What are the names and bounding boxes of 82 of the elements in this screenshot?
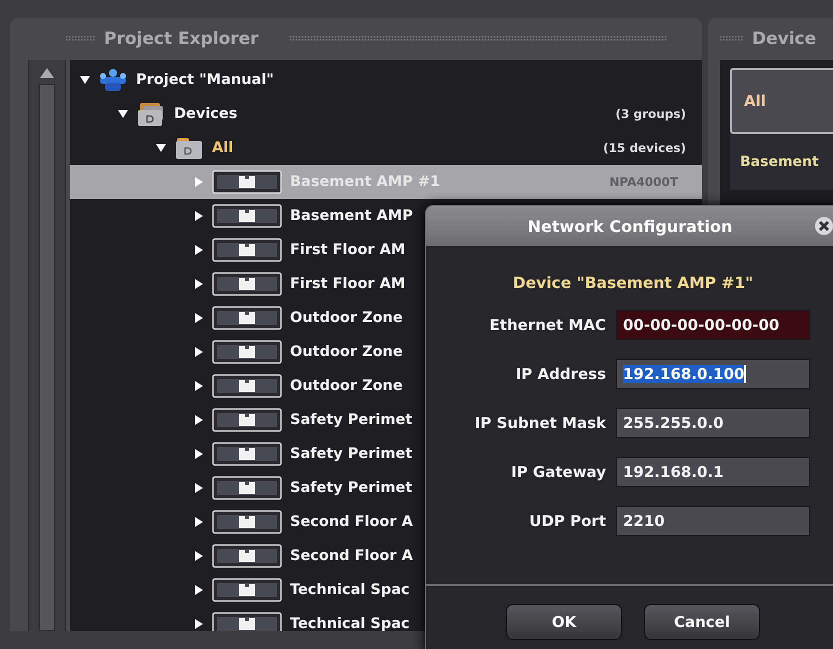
- grip-icon: [720, 35, 744, 43]
- expand-triangle-icon: [194, 177, 204, 187]
- expand-triangle-icon: [194, 551, 204, 561]
- tree-label: All: [212, 140, 234, 156]
- tree-label: Safety Perimet: [290, 446, 412, 462]
- amplifier-icon: [212, 204, 282, 228]
- tree-row[interactable]: Second Floor A: [70, 539, 702, 573]
- amplifier-icon: [212, 510, 282, 534]
- tree-label: Outdoor Zone: [290, 344, 403, 360]
- tree-label: Devices: [174, 106, 238, 122]
- amplifier-icon: [212, 408, 282, 432]
- expand-triangle-icon: [194, 279, 204, 289]
- field-label: IP Subnet Mask: [474, 414, 606, 432]
- collapse-triangle-icon: [80, 75, 90, 85]
- field-label: IP Gateway: [510, 463, 606, 481]
- close-icon[interactable]: [814, 216, 833, 236]
- field-label: Ethernet MAC: [488, 316, 606, 334]
- tree-label: Basement AMP #1: [290, 174, 440, 190]
- tree-label: Project "Manual": [136, 72, 274, 88]
- amplifier-icon: [212, 272, 282, 296]
- tree-label: Basement AMP: [290, 208, 413, 224]
- field-label: IP Address: [514, 365, 606, 383]
- grip-icon: [66, 35, 96, 43]
- amplifier-icon: [212, 238, 282, 262]
- amplifier-icon: [212, 612, 282, 631]
- input-field[interactable]: 192.168.0.100: [616, 359, 810, 389]
- field-label: UDP Port: [528, 512, 606, 530]
- network-icon: [98, 68, 128, 92]
- tree-label: Second Floor A: [290, 514, 413, 530]
- tree-label: Outdoor Zone: [290, 378, 403, 394]
- input-field[interactable]: 255.255.0.0: [616, 408, 810, 438]
- scroll-up-icon[interactable]: [40, 68, 54, 78]
- group-tab[interactable]: All: [730, 68, 833, 134]
- expand-triangle-icon: [194, 449, 204, 459]
- tree-row[interactable]: All (15 devices): [70, 131, 702, 165]
- tree-label: Second Floor A: [290, 548, 413, 564]
- tree-row[interactable]: Devices (3 groups): [70, 97, 702, 131]
- device-list-item[interactable]: Basement: [730, 134, 833, 190]
- amplifier-icon: [212, 544, 282, 568]
- tree-label: First Floor AM: [290, 242, 406, 258]
- expand-triangle-icon: [194, 381, 204, 391]
- folder-stack-icon: [136, 101, 166, 127]
- amplifier-icon: [212, 340, 282, 364]
- input-field[interactable]: 192.168.0.1: [616, 457, 810, 487]
- expand-triangle-icon: [194, 211, 204, 221]
- expand-triangle-icon: [194, 483, 204, 493]
- dialog-title: Network Configuration: [526, 216, 734, 236]
- ok-button[interactable]: OK: [506, 604, 622, 640]
- tree-row[interactable]: Technical Spac: [70, 573, 702, 607]
- cancel-button[interactable]: Cancel: [644, 604, 760, 640]
- item-count: (15 devices): [603, 141, 686, 155]
- item-count: (3 groups): [615, 107, 686, 121]
- collapse-triangle-icon: [156, 143, 166, 153]
- tree-label: Safety Perimet: [290, 412, 412, 428]
- expand-triangle-icon: [194, 619, 204, 629]
- tree-row[interactable]: Project "Manual": [70, 63, 702, 97]
- expand-triangle-icon: [194, 245, 204, 255]
- tree-label: Safety Perimet: [290, 480, 412, 496]
- amplifier-icon: [212, 170, 282, 194]
- amplifier-icon: [212, 442, 282, 466]
- folder-icon: [174, 136, 204, 160]
- device-heading: Device "Basement AMP #1": [512, 274, 754, 292]
- amplifier-icon: [212, 306, 282, 330]
- tree-label: Technical Spac: [290, 582, 410, 598]
- expand-triangle-icon: [194, 415, 204, 425]
- panel-title: Device: [752, 29, 816, 49]
- amplifier-icon: [212, 476, 282, 500]
- amplifier-icon: [212, 578, 282, 602]
- expand-triangle-icon: [194, 585, 204, 595]
- tree-label: Outdoor Zone: [290, 310, 403, 326]
- tree-label: Technical Spac: [290, 616, 410, 631]
- device-model: NPA4000T: [609, 175, 678, 189]
- panel-title: Project Explorer: [104, 29, 259, 49]
- tree-label: First Floor AM: [290, 276, 406, 292]
- expand-triangle-icon: [194, 347, 204, 357]
- amplifier-icon: [212, 374, 282, 398]
- collapse-triangle-icon: [118, 109, 128, 119]
- input-field[interactable]: 00-00-00-00-00-00: [616, 310, 810, 340]
- input-field[interactable]: 2210: [616, 506, 810, 536]
- expand-triangle-icon: [194, 313, 204, 323]
- expand-triangle-icon: [194, 517, 204, 527]
- scrollbar-track[interactable]: [39, 84, 55, 631]
